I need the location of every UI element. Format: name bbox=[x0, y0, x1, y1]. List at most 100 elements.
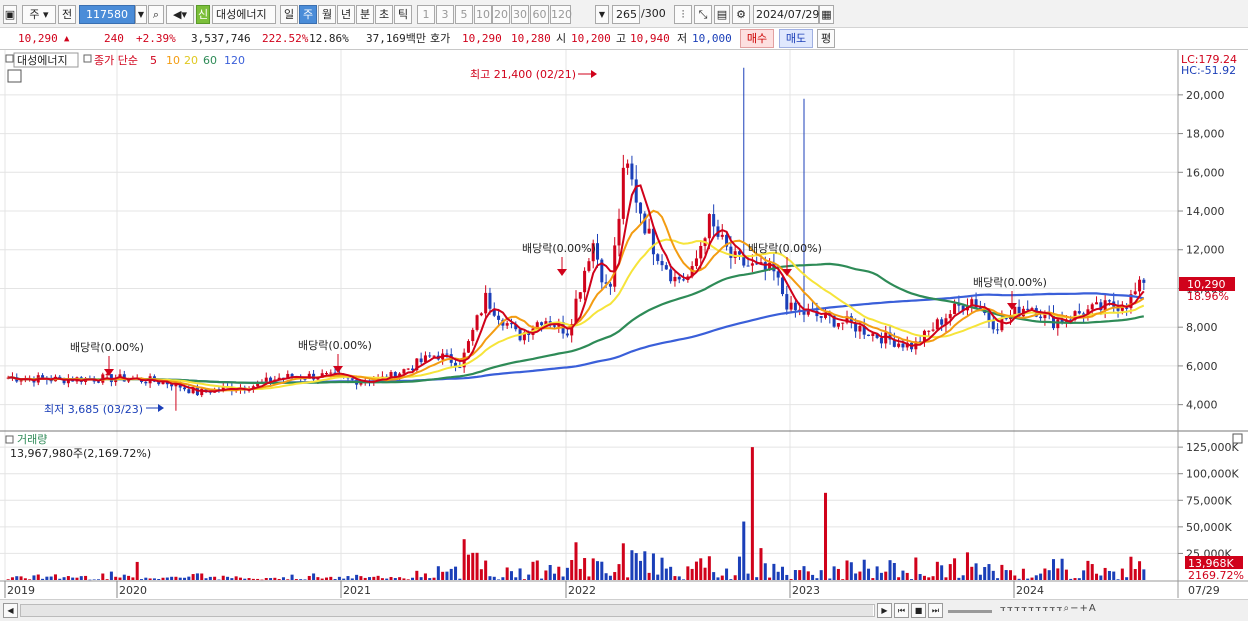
candle-body bbox=[565, 333, 569, 336]
legend-ma20: 20 bbox=[184, 54, 198, 67]
volume-bar bbox=[243, 578, 247, 580]
buy-button[interactable]: 매수 bbox=[740, 29, 774, 48]
volume-bar bbox=[974, 563, 978, 580]
volume-bar bbox=[776, 571, 780, 580]
period-tab-5[interactable]: 초 bbox=[375, 5, 393, 24]
minute-tab-20[interactable]: 20 bbox=[492, 5, 510, 24]
candle-body bbox=[479, 313, 483, 316]
drawing-tools-icon[interactable]: ⫟⫟⫟⫟⫟⫟⫟⫟⫟⌕−+A bbox=[1000, 603, 1097, 614]
volume-bar bbox=[286, 579, 290, 580]
volume-bar bbox=[793, 570, 797, 580]
candle-body bbox=[488, 292, 492, 309]
candle-body bbox=[1026, 308, 1030, 310]
volume-bar bbox=[122, 574, 126, 580]
minute-tab-3[interactable]: 3 bbox=[436, 5, 454, 24]
candle-body bbox=[651, 228, 655, 255]
candle-body bbox=[423, 355, 427, 363]
window-icon[interactable]: ▣ bbox=[3, 5, 17, 24]
minute-tab-10[interactable]: 10 bbox=[474, 5, 492, 24]
stop-icon[interactable]: ■ bbox=[911, 603, 926, 618]
volume-bar bbox=[1112, 571, 1116, 580]
minute-tab-1[interactable]: 1 bbox=[417, 5, 435, 24]
volume-tick-label: 125,000K bbox=[1186, 441, 1239, 454]
legend-ma10: 10 bbox=[166, 54, 180, 67]
volume-bar bbox=[195, 573, 199, 580]
volume-bar bbox=[131, 577, 135, 580]
vol-pct-tag-text: 2169.72% bbox=[1188, 569, 1244, 582]
candle-icon[interactable]: ⫶ bbox=[674, 5, 692, 24]
scroll-left-icon[interactable]: ◀ bbox=[3, 603, 18, 618]
minute-tab-60[interactable]: 60 bbox=[530, 5, 549, 24]
minute-tab-30[interactable]: 30 bbox=[511, 5, 529, 24]
minute-dropdown-icon[interactable]: ▼ bbox=[595, 5, 609, 24]
speaker-icon[interactable]: ◀▾ bbox=[166, 5, 194, 24]
candle-body bbox=[987, 312, 991, 321]
candle-body bbox=[466, 341, 470, 353]
gear-icon[interactable]: ⚙ bbox=[732, 5, 750, 24]
minute-tab-120[interactable]: 120 bbox=[550, 5, 572, 24]
candle-body bbox=[858, 325, 862, 332]
volume-bar bbox=[462, 539, 466, 580]
volume-bar bbox=[127, 575, 131, 580]
code-input[interactable]: 117580 bbox=[79, 5, 135, 24]
volume-value: 13,967,980주(2,169.72%) bbox=[10, 447, 151, 460]
volume-bar bbox=[1039, 573, 1043, 580]
period-tab-4[interactable]: 분 bbox=[356, 5, 374, 24]
avg-button[interactable]: 평 bbox=[817, 29, 835, 48]
volume-bar bbox=[621, 543, 625, 580]
last-icon[interactable]: ⏭ bbox=[928, 603, 943, 618]
calendar-icon[interactable]: ▦ bbox=[819, 5, 834, 24]
candle-body bbox=[626, 163, 630, 168]
sell-button[interactable]: 매도 bbox=[779, 29, 813, 48]
volume-bar bbox=[342, 578, 346, 580]
volume-bar bbox=[144, 577, 148, 580]
candle-body bbox=[187, 389, 191, 394]
save-icon[interactable]: ▤ bbox=[714, 5, 730, 24]
volume-bar bbox=[277, 579, 281, 580]
volume-bar bbox=[1069, 578, 1073, 580]
volume-bar bbox=[303, 579, 307, 580]
grid-toggle-icon[interactable] bbox=[7, 69, 22, 83]
candle-body bbox=[819, 316, 823, 318]
prev-button[interactable]: 전 bbox=[58, 5, 76, 24]
volume-pane-icon[interactable] bbox=[1232, 433, 1243, 444]
volume-bar bbox=[346, 576, 350, 580]
volume-bar bbox=[1052, 559, 1056, 580]
candle-body bbox=[587, 261, 591, 271]
volume-bar bbox=[548, 564, 552, 580]
volume-bar bbox=[1103, 567, 1107, 580]
legend-ma120: 120 bbox=[224, 54, 245, 67]
legend-name: 대성에너지 bbox=[17, 54, 68, 67]
minute-tab-5[interactable]: 5 bbox=[455, 5, 473, 24]
volume-bar bbox=[183, 577, 187, 580]
volume-bar bbox=[587, 576, 591, 580]
period-tab-1[interactable]: 주 bbox=[299, 5, 317, 24]
volume-bar bbox=[634, 553, 638, 580]
candle-body bbox=[746, 265, 750, 267]
period-tab-0[interactable]: 일 bbox=[280, 5, 298, 24]
scroll-right-icon[interactable]: ▶ bbox=[877, 603, 892, 618]
date-input[interactable]: 2024/07/29 bbox=[753, 5, 819, 24]
volume-bar bbox=[281, 577, 285, 580]
scrollbar-thumb[interactable] bbox=[21, 605, 873, 616]
scrollbar[interactable] bbox=[20, 604, 875, 617]
volume-bar bbox=[191, 574, 195, 580]
candle-body bbox=[1056, 319, 1060, 329]
period-tab-6[interactable]: 틱 bbox=[394, 5, 412, 24]
zoom-slider[interactable] bbox=[948, 610, 992, 613]
first-icon[interactable]: ⏮ bbox=[894, 603, 909, 618]
draw-icon[interactable]: ⤡ bbox=[694, 5, 712, 24]
code-dropdown-icon[interactable]: ▼ bbox=[135, 5, 147, 24]
volume-bar bbox=[845, 560, 849, 580]
stock-type-select[interactable]: 주 ▾ bbox=[22, 5, 56, 24]
search-icon[interactable]: ⌕ bbox=[148, 5, 164, 24]
volume-bar bbox=[118, 577, 122, 580]
period-tab-3[interactable]: 년 bbox=[337, 5, 355, 24]
legend-ma5: 5 bbox=[150, 54, 157, 67]
volume-bar bbox=[307, 575, 311, 580]
count-input[interactable]: 265 bbox=[612, 5, 640, 24]
volume-bar bbox=[454, 566, 458, 580]
price-chart[interactable]: 20,00018,00016,00014,00012,00010,0008,00… bbox=[0, 50, 1248, 598]
period-tab-2[interactable]: 월 bbox=[318, 5, 336, 24]
volume-bar bbox=[879, 572, 883, 580]
